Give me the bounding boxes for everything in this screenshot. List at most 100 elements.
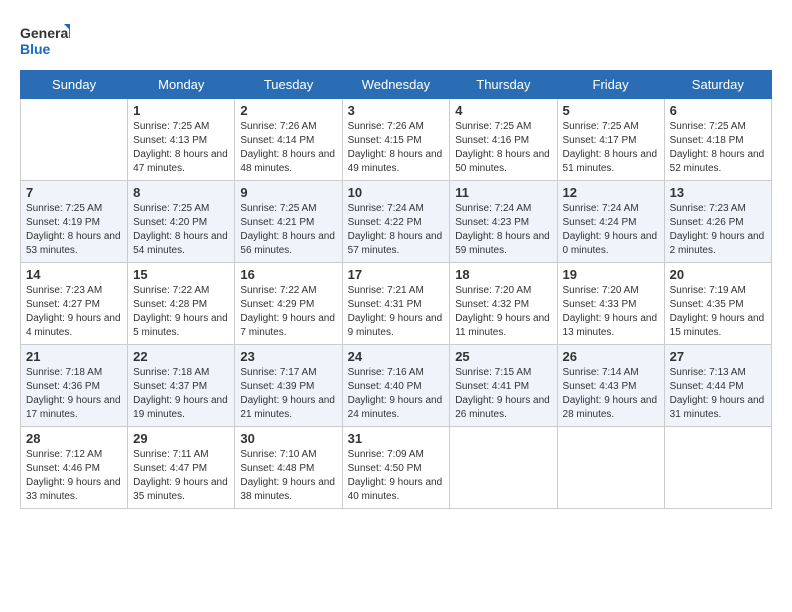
calendar-cell: 18 Sunrise: 7:20 AMSunset: 4:32 PMDayligh…: [450, 263, 557, 345]
day-number: 27: [670, 349, 766, 364]
calendar-cell: 10 Sunrise: 7:24 AMSunset: 4:22 PMDayligh…: [342, 181, 450, 263]
calendar-cell: [664, 427, 771, 509]
calendar-cell: 25 Sunrise: 7:15 AMSunset: 4:41 PMDayligh…: [450, 345, 557, 427]
calendar-cell: 30 Sunrise: 7:10 AMSunset: 4:48 PMDayligh…: [235, 427, 342, 509]
day-info: Sunrise: 7:25 AMSunset: 4:17 PMDaylight:…: [563, 120, 659, 176]
header-day-thursday: Thursday: [450, 71, 557, 99]
header-day-tuesday: Tuesday: [235, 71, 342, 99]
week-row-1: 1Sunrise: 7:25 AMSunset: 4:13 PMDaylight…: [21, 99, 772, 181]
week-row-2: 7 Sunrise: 7:25 AMSunset: 4:19 PMDaylight…: [21, 181, 772, 263]
header-day-saturday: Saturday: [664, 71, 771, 99]
day-number: 2: [240, 103, 336, 118]
day-number: 20: [670, 267, 766, 282]
day-number: 5: [563, 103, 659, 118]
day-info: Sunrise: 7:20 AMSunset: 4:33 PMDaylight:…: [563, 284, 659, 340]
header-row: SundayMondayTuesdayWednesdayThursdayFrid…: [21, 71, 772, 99]
calendar-cell: 1Sunrise: 7:25 AMSunset: 4:13 PMDaylight…: [128, 99, 235, 181]
day-info: Sunrise: 7:09 AMSunset: 4:50 PMDaylight:…: [348, 448, 445, 504]
day-info: Sunrise: 7:23 AMSunset: 4:26 PMDaylight:…: [670, 202, 766, 258]
calendar-cell: 20 Sunrise: 7:19 AMSunset: 4:35 PMDayligh…: [664, 263, 771, 345]
calendar-cell: 28 Sunrise: 7:12 AMSunset: 4:46 PMDayligh…: [21, 427, 128, 509]
calendar-cell: 11 Sunrise: 7:24 AMSunset: 4:23 PMDayligh…: [450, 181, 557, 263]
day-info: Sunrise: 7:24 AMSunset: 4:22 PMDaylight:…: [348, 202, 445, 258]
header-day-friday: Friday: [557, 71, 664, 99]
day-info: Sunrise: 7:25 AMSunset: 4:20 PMDaylight:…: [133, 202, 229, 258]
calendar-cell: 9 Sunrise: 7:25 AMSunset: 4:21 PMDaylight…: [235, 181, 342, 263]
calendar-cell: 14 Sunrise: 7:23 AMSunset: 4:27 PMDayligh…: [21, 263, 128, 345]
calendar-cell: 17Sunrise: 7:21 AMSunset: 4:31 PMDayligh…: [342, 263, 450, 345]
day-info: Sunrise: 7:25 AMSunset: 4:13 PMDaylight:…: [133, 120, 229, 176]
day-info: Sunrise: 7:16 AMSunset: 4:40 PMDaylight:…: [348, 366, 445, 422]
day-number: 25: [455, 349, 551, 364]
calendar-cell: 24 Sunrise: 7:16 AMSunset: 4:40 PMDayligh…: [342, 345, 450, 427]
calendar-cell: 5 Sunrise: 7:25 AMSunset: 4:17 PMDaylight…: [557, 99, 664, 181]
day-info: Sunrise: 7:22 AMSunset: 4:28 PMDaylight:…: [133, 284, 229, 340]
day-number: 29: [133, 431, 229, 446]
day-number: 23: [240, 349, 336, 364]
calendar-cell: 31Sunrise: 7:09 AMSunset: 4:50 PMDayligh…: [342, 427, 450, 509]
calendar-cell: [450, 427, 557, 509]
day-number: 18: [455, 267, 551, 282]
day-info: Sunrise: 7:19 AMSunset: 4:35 PMDaylight:…: [670, 284, 766, 340]
day-number: 8: [133, 185, 229, 200]
day-number: 15: [133, 267, 229, 282]
header-day-sunday: Sunday: [21, 71, 128, 99]
day-number: 10: [348, 185, 445, 200]
day-info: Sunrise: 7:11 AMSunset: 4:47 PMDaylight:…: [133, 448, 229, 504]
day-number: 24: [348, 349, 445, 364]
day-info: Sunrise: 7:25 AMSunset: 4:16 PMDaylight:…: [455, 120, 551, 176]
calendar-cell: 21Sunrise: 7:18 AMSunset: 4:36 PMDayligh…: [21, 345, 128, 427]
day-info: Sunrise: 7:25 AMSunset: 4:21 PMDaylight:…: [240, 202, 336, 258]
day-number: 6: [670, 103, 766, 118]
day-info: Sunrise: 7:25 AMSunset: 4:19 PMDaylight:…: [26, 202, 122, 258]
header-day-monday: Monday: [128, 71, 235, 99]
calendar-cell: 19 Sunrise: 7:20 AMSunset: 4:33 PMDayligh…: [557, 263, 664, 345]
day-number: 9: [240, 185, 336, 200]
day-number: 4: [455, 103, 551, 118]
day-number: 17: [348, 267, 445, 282]
day-number: 7: [26, 185, 122, 200]
day-number: 16: [240, 267, 336, 282]
calendar-cell: 12Sunrise: 7:24 AMSunset: 4:24 PMDayligh…: [557, 181, 664, 263]
calendar-cell: [21, 99, 128, 181]
day-info: Sunrise: 7:20 AMSunset: 4:32 PMDaylight:…: [455, 284, 551, 340]
week-row-4: 21Sunrise: 7:18 AMSunset: 4:36 PMDayligh…: [21, 345, 772, 427]
day-info: Sunrise: 7:23 AMSunset: 4:27 PMDaylight:…: [26, 284, 122, 340]
calendar-cell: 4 Sunrise: 7:25 AMSunset: 4:16 PMDaylight…: [450, 99, 557, 181]
svg-text:Blue: Blue: [20, 41, 51, 57]
calendar-cell: 22 Sunrise: 7:18 AMSunset: 4:37 PMDayligh…: [128, 345, 235, 427]
day-number: 13: [670, 185, 766, 200]
day-info: Sunrise: 7:25 AMSunset: 4:18 PMDaylight:…: [670, 120, 766, 176]
day-number: 19: [563, 267, 659, 282]
calendar-cell: 13 Sunrise: 7:23 AMSunset: 4:26 PMDayligh…: [664, 181, 771, 263]
day-info: Sunrise: 7:12 AMSunset: 4:46 PMDaylight:…: [26, 448, 122, 504]
header-day-wednesday: Wednesday: [342, 71, 450, 99]
day-number: 28: [26, 431, 122, 446]
calendar-table: SundayMondayTuesdayWednesdayThursdayFrid…: [20, 70, 772, 509]
calendar-cell: 23 Sunrise: 7:17 AMSunset: 4:39 PMDayligh…: [235, 345, 342, 427]
day-info: Sunrise: 7:17 AMSunset: 4:39 PMDaylight:…: [240, 366, 336, 422]
day-number: 11: [455, 185, 551, 200]
day-number: 14: [26, 267, 122, 282]
day-info: Sunrise: 7:15 AMSunset: 4:41 PMDaylight:…: [455, 366, 551, 422]
week-row-5: 28 Sunrise: 7:12 AMSunset: 4:46 PMDayligh…: [21, 427, 772, 509]
day-info: Sunrise: 7:14 AMSunset: 4:43 PMDaylight:…: [563, 366, 659, 422]
calendar-cell: 2 Sunrise: 7:26 AMSunset: 4:14 PMDaylight…: [235, 99, 342, 181]
calendar-cell: 29 Sunrise: 7:11 AMSunset: 4:47 PMDayligh…: [128, 427, 235, 509]
day-info: Sunrise: 7:22 AMSunset: 4:29 PMDaylight:…: [240, 284, 336, 340]
calendar-cell: [557, 427, 664, 509]
day-number: 3: [348, 103, 445, 118]
day-info: Sunrise: 7:26 AMSunset: 4:14 PMDaylight:…: [240, 120, 336, 176]
day-info: Sunrise: 7:10 AMSunset: 4:48 PMDaylight:…: [240, 448, 336, 504]
week-row-3: 14 Sunrise: 7:23 AMSunset: 4:27 PMDayligh…: [21, 263, 772, 345]
day-number: 22: [133, 349, 229, 364]
svg-text:General: General: [20, 25, 70, 41]
day-info: Sunrise: 7:18 AMSunset: 4:37 PMDaylight:…: [133, 366, 229, 422]
logo-svg: General Blue: [20, 20, 70, 62]
day-info: Sunrise: 7:26 AMSunset: 4:15 PMDaylight:…: [348, 120, 445, 176]
day-number: 30: [240, 431, 336, 446]
day-info: Sunrise: 7:24 AMSunset: 4:23 PMDaylight:…: [455, 202, 551, 258]
logo: General Blue: [20, 20, 70, 62]
day-info: Sunrise: 7:24 AMSunset: 4:24 PMDaylight:…: [563, 202, 659, 258]
calendar-cell: 3 Sunrise: 7:26 AMSunset: 4:15 PMDaylight…: [342, 99, 450, 181]
